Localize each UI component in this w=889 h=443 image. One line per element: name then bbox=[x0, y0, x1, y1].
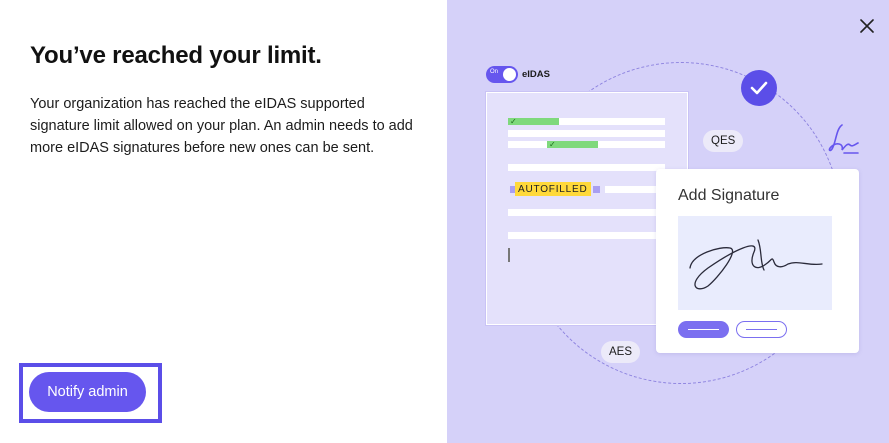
signature-primary-button bbox=[678, 321, 729, 338]
signature-pad bbox=[678, 216, 832, 310]
small-check-icon: ✓ bbox=[549, 140, 556, 149]
toggle-state-label: On bbox=[490, 69, 499, 75]
eidas-toggle: On bbox=[486, 66, 518, 83]
aes-badge: AES bbox=[601, 341, 641, 363]
dialog-title: You’ve reached your limit. bbox=[30, 42, 322, 69]
dialog-content: You’ve reached your limit. Your organiza… bbox=[0, 0, 447, 443]
notify-admin-button[interactable]: Notify admin bbox=[29, 372, 146, 412]
doc-line bbox=[508, 209, 665, 216]
toggle-knob bbox=[503, 68, 516, 81]
dialog-message: Your organization has reached the eIDAS … bbox=[30, 96, 413, 156]
doc-line bbox=[508, 232, 665, 239]
text-cursor bbox=[508, 248, 510, 262]
check-circle-icon bbox=[741, 70, 777, 106]
doc-mark bbox=[593, 186, 600, 193]
doc-line bbox=[508, 164, 665, 171]
signature-secondary-button bbox=[736, 321, 787, 338]
signature-icon bbox=[828, 124, 859, 154]
handwritten-signature bbox=[689, 239, 823, 290]
add-signature-card: Add Signature bbox=[656, 169, 859, 353]
close-button[interactable] bbox=[855, 14, 879, 38]
autofilled-tag: AUTOFILLED bbox=[515, 182, 591, 196]
card-title: Add Signature bbox=[678, 187, 780, 204]
doc-line bbox=[508, 130, 665, 137]
toggle-label: eIDAS bbox=[522, 69, 550, 80]
close-icon bbox=[860, 19, 874, 33]
small-check-icon: ✓ bbox=[510, 117, 517, 126]
qes-badge: QES bbox=[703, 130, 744, 152]
